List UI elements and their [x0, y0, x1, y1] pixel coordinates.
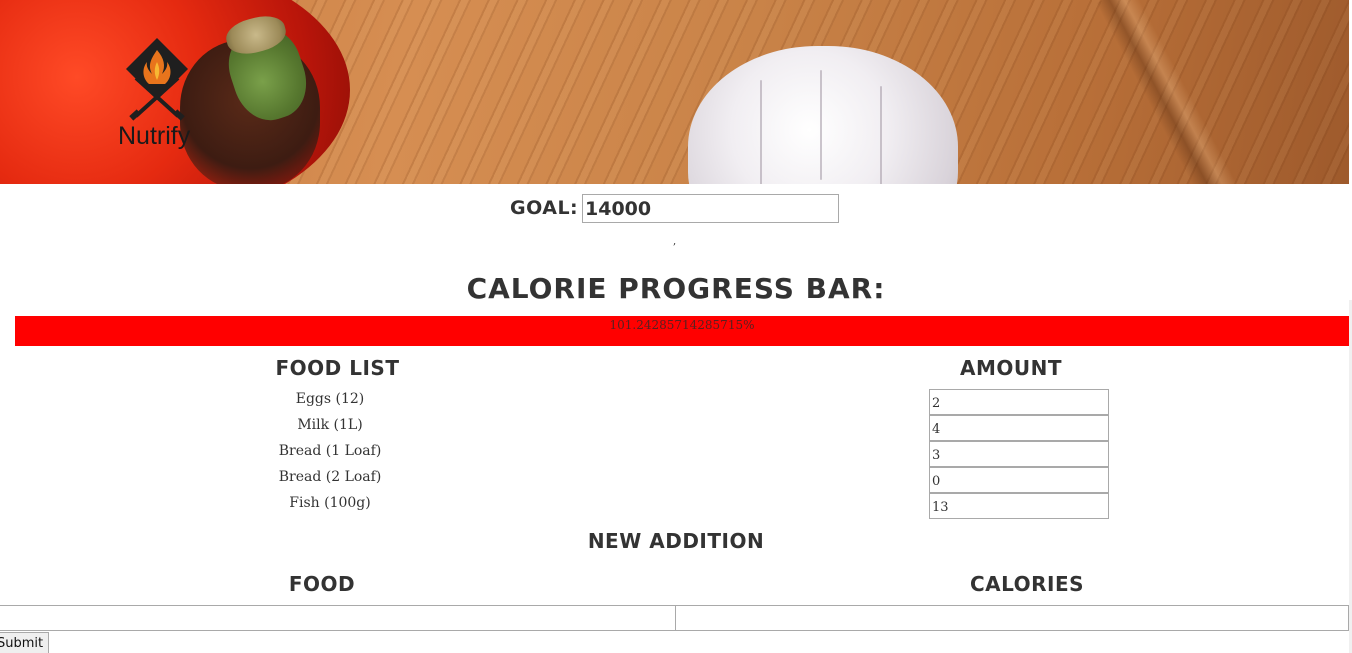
- calorie-progress-bar: 101.24285714285715%: [15, 316, 1349, 346]
- amount-list: [929, 389, 1109, 519]
- progress-text: 101.24285714285715%: [609, 318, 755, 332]
- amount-input[interactable]: [929, 493, 1109, 519]
- logo[interactable]: Nutrify: [118, 36, 202, 156]
- amount-header: AMOUNT: [959, 356, 1062, 380]
- list-item: Bread (2 Loaf): [278, 469, 382, 485]
- goal-label: GOAL:: [510, 197, 579, 219]
- list-item: Milk (1L): [297, 417, 363, 433]
- new-food-input[interactable]: [0, 605, 676, 631]
- list-item: Fish (100g): [289, 495, 371, 511]
- amount-input[interactable]: [929, 441, 1109, 467]
- progress-title: CALORIE PROGRESS BAR:: [466, 272, 886, 305]
- separator-mark: ,: [673, 236, 677, 247]
- list-item: Bread (1 Loaf): [278, 443, 382, 459]
- calories-header: CALORIES: [969, 572, 1085, 596]
- food-list: Eggs (12) Milk (1L) Bread (1 Loaf) Bread…: [200, 388, 460, 518]
- garlic-clove-line: [820, 70, 822, 180]
- header-banner: Nutrify: [0, 0, 1349, 184]
- food-header: FOOD: [288, 572, 356, 596]
- amount-input[interactable]: [929, 389, 1109, 415]
- list-item: Eggs (12): [295, 391, 365, 407]
- food-list-header: FOOD LIST: [275, 356, 400, 380]
- brand-name: Nutrify: [118, 122, 191, 150]
- submit-button[interactable]: Submit: [0, 632, 49, 653]
- garlic-clove-line: [760, 80, 762, 184]
- goal-input[interactable]: [582, 194, 839, 223]
- new-calories-input[interactable]: [675, 605, 1349, 631]
- amount-input[interactable]: [929, 467, 1109, 493]
- new-addition-title: NEW ADDITION: [587, 529, 765, 553]
- goal-row: GOAL:: [0, 193, 1352, 225]
- garlic-clove-line: [880, 86, 882, 184]
- flame-utensils-icon: [126, 38, 188, 121]
- amount-input[interactable]: [929, 415, 1109, 441]
